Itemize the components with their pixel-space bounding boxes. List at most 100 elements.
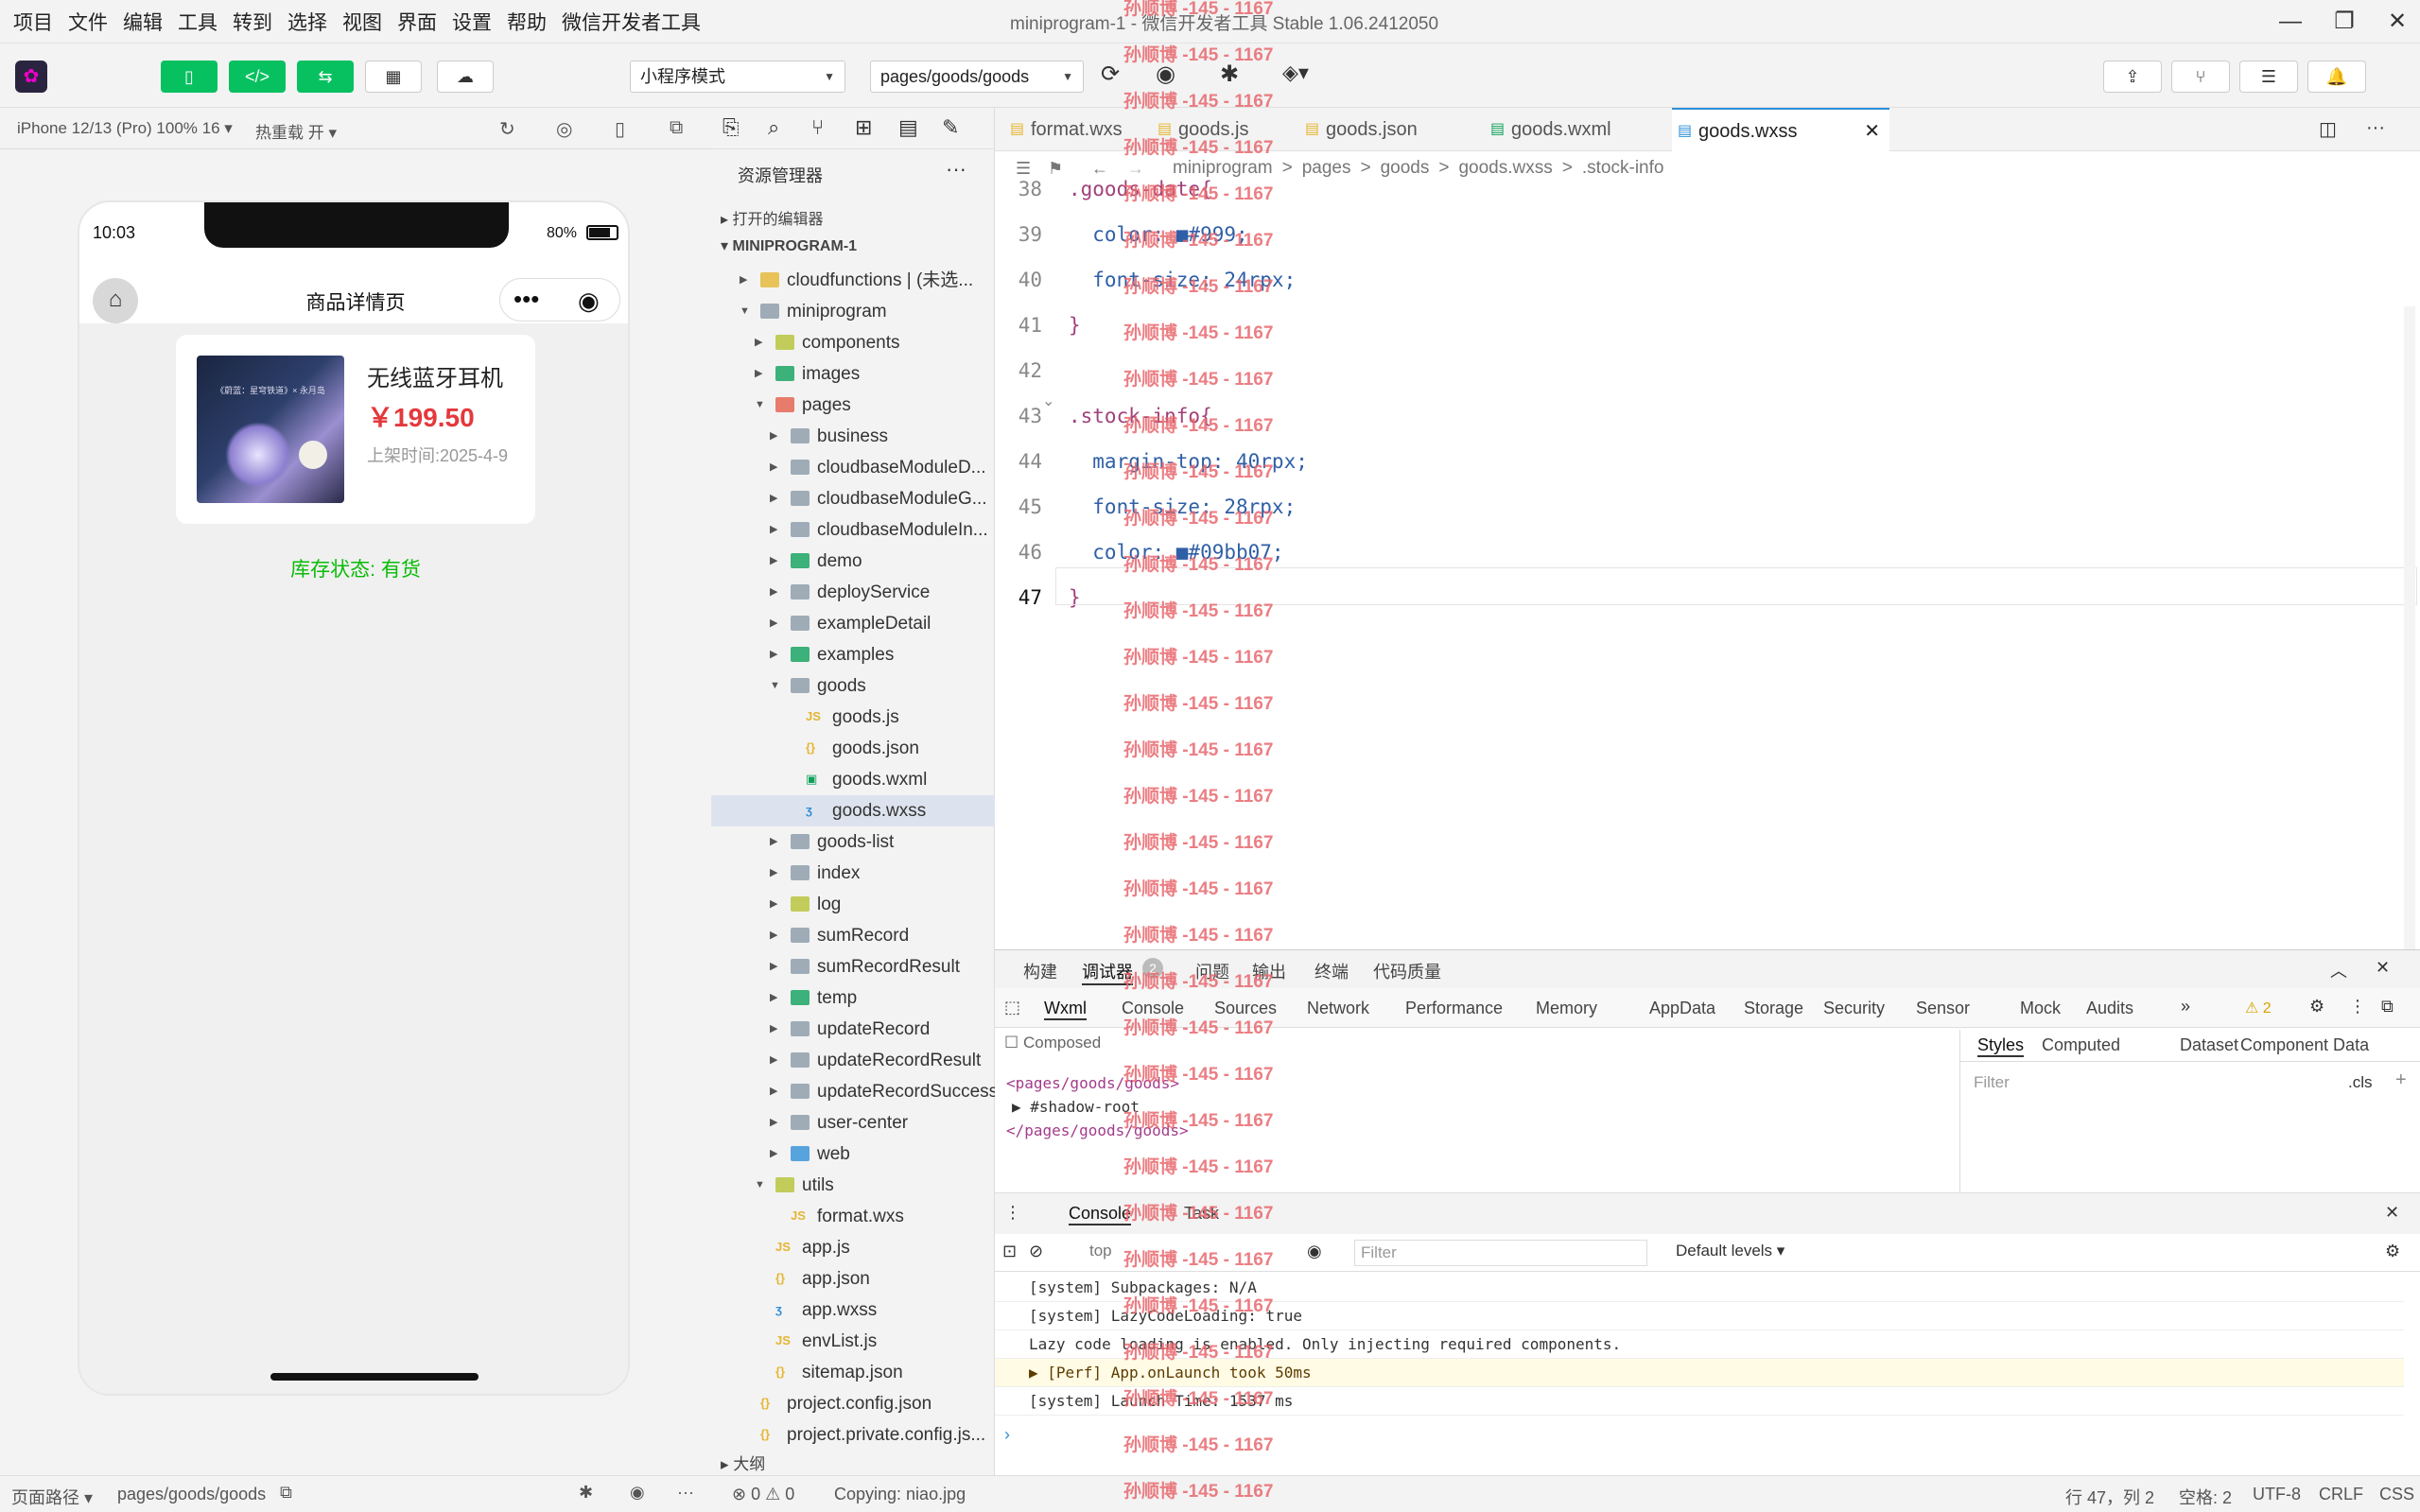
console-close-icon[interactable]: ✕	[2385, 1203, 2399, 1223]
devtools-panel-tab[interactable]: AppData	[1649, 999, 1715, 1018]
layers-icon[interactable]: ◈▾	[1282, 61, 1309, 85]
devtools-close-icon[interactable]: ✕	[2376, 958, 2390, 978]
tree-item[interactable]: ▶ sumRecord	[711, 920, 995, 951]
more-actions-icon[interactable]: ···	[2366, 117, 2385, 139]
breadcrumb-item[interactable]: goods.wxss	[1458, 151, 1552, 185]
collapse-icon[interactable]: ︿	[2330, 958, 2347, 982]
breadcrumb-item[interactable]: goods	[1381, 151, 1430, 185]
devtools-top-tab[interactable]: 构建	[1023, 959, 1057, 983]
tree-item[interactable]: ▼ utils	[711, 1170, 995, 1201]
page-path-select[interactable]: pages/goods/goods ▼	[870, 61, 1084, 93]
devtools-panel-tab[interactable]: Performance	[1405, 999, 1503, 1018]
minimize-icon[interactable]: —	[2274, 6, 2307, 38]
breadcrumb-item[interactable]: pages	[1302, 151, 1351, 185]
tree-item[interactable]: ▶ goods-list	[711, 826, 995, 858]
tree-item[interactable]: JS app.js	[711, 1232, 995, 1263]
tree-item[interactable]: ʒ app.wxss	[711, 1295, 995, 1326]
tree-item[interactable]: ʒ goods.wxss	[711, 795, 995, 826]
menu-item[interactable]: 视图	[342, 8, 392, 36]
devtools-panel-tab[interactable]: Wxml	[1044, 999, 1087, 1020]
restore-icon[interactable]: ❐	[2328, 6, 2360, 38]
tree-item[interactable]: ▶ demo	[711, 546, 995, 577]
devtools-settings-icon[interactable]: ⚙	[2309, 997, 2324, 1017]
code-line[interactable]: }	[1069, 314, 1081, 337]
tree-item[interactable]: ▶ user-center	[711, 1107, 995, 1138]
warning-count[interactable]: ⚠ 2	[2245, 999, 2272, 1017]
device-select[interactable]: iPhone 12/13 (Pro) 100% 16 ▾	[17, 119, 233, 138]
tree-item[interactable]: ▼ pages	[711, 390, 995, 421]
tab-close-icon[interactable]: ✕	[1864, 110, 1880, 153]
menu-item[interactable]: 工具	[178, 8, 227, 36]
devtools-panel-tab[interactable]: Sensor	[1916, 999, 1970, 1018]
language-mode[interactable]: CSS	[2379, 1485, 2414, 1504]
tree-item[interactable]: ▶ log	[711, 889, 995, 920]
editor-toggle-icon[interactable]: </>	[229, 61, 286, 93]
tree-item[interactable]: ▶ temp	[711, 982, 995, 1014]
devtools-panel-tab[interactable]: Audits	[2086, 999, 2133, 1018]
rotate-icon[interactable]: ↻	[499, 117, 515, 141]
drawer-menu-icon[interactable]: ⋮	[1004, 1203, 1021, 1223]
menu-item[interactable]: 帮助	[507, 8, 556, 36]
copy-path-icon[interactable]: ⧉	[280, 1483, 292, 1503]
indent-spaces[interactable]: 空格: 2	[2179, 1485, 2232, 1509]
more-dots-icon[interactable]: •••	[514, 285, 539, 314]
project-root[interactable]: ▾ MINIPROGRAM-1	[721, 236, 857, 255]
more-tabs-icon[interactable]: »	[2181, 997, 2190, 1017]
more-icon[interactable]: ···	[946, 157, 966, 182]
tree-item[interactable]: ▶ exampleDetail	[711, 608, 995, 639]
tree-item[interactable]: ▶ cloudbaseModuleG...	[711, 483, 995, 514]
line-ending[interactable]: CRLF	[2319, 1485, 2363, 1504]
cloud-icon[interactable]: ☁	[437, 61, 494, 93]
devtools-panel-tab[interactable]: Storage	[1744, 999, 1803, 1018]
tree-item[interactable]: ▶ examples	[711, 639, 995, 670]
console-filter-input[interactable]: Filter	[1354, 1240, 1647, 1266]
tree-item[interactable]: ▶ business	[711, 421, 995, 452]
tree-item[interactable]: ▶ web	[711, 1138, 995, 1170]
tree-item[interactable]: {} project.config.json	[711, 1388, 995, 1419]
cls-button[interactable]: .cls	[2348, 1073, 2373, 1092]
inspect-element-icon[interactable]: ⬚	[1004, 998, 1020, 1017]
style-filter-input[interactable]: Filter	[1968, 1069, 2327, 1096]
tree-item[interactable]: ▼ miniprogram	[711, 296, 995, 327]
devtools-panel-tab[interactable]: Security	[1823, 999, 1885, 1018]
tree-item[interactable]: ▶ updateRecord	[711, 1014, 995, 1045]
tree-item[interactable]: {} sitemap.json	[711, 1357, 995, 1388]
style-tab[interactable]: Component Data	[2240, 1035, 2369, 1055]
tree-item[interactable]: ▶ cloudbaseModuleIn...	[711, 514, 995, 546]
tree-item[interactable]: {} goods.json	[711, 733, 995, 764]
devtools-panel-tab[interactable]: Memory	[1536, 999, 1597, 1018]
composed-checkbox[interactable]: ☐ Composed	[1004, 1034, 1101, 1052]
split-editor-icon[interactable]: ◫	[2319, 117, 2337, 141]
tree-item[interactable]: JS format.wxs	[711, 1201, 995, 1232]
menu-item[interactable]: 界面	[397, 8, 446, 36]
tree-item[interactable]: ▶ components	[711, 327, 995, 358]
menu-item[interactable]: 设置	[452, 8, 501, 36]
notification-bell-icon[interactable]: 🔔	[2307, 61, 2366, 93]
simulator-toggle-icon[interactable]: ▯	[161, 61, 218, 93]
devtools-top-tab[interactable]: 代码质量	[1373, 959, 1441, 983]
upload-icon[interactable]: ⇪	[2103, 61, 2162, 93]
console-prompt-icon[interactable]: ›	[1004, 1425, 1010, 1445]
devtools-panel-tab[interactable]: Network	[1307, 999, 1369, 1018]
outline-section[interactable]: ▸ 大纲	[721, 1451, 765, 1474]
brush-icon[interactable]: ✎	[942, 115, 959, 140]
live-expression-eye-icon[interactable]: ◉	[1307, 1242, 1322, 1261]
search-icon[interactable]: ⌕	[768, 115, 779, 140]
tree-item[interactable]: ▶ cloudfunctions | (未选...	[711, 265, 995, 296]
editor-tab[interactable]: ▤ goods.wxml	[1485, 108, 1661, 151]
mode-select[interactable]: 小程序模式 ▼	[630, 61, 845, 93]
breadcrumb-item[interactable]: .stock-info	[1582, 151, 1664, 185]
bookmark-icon[interactable]: ⚑	[1048, 151, 1063, 185]
tree-item[interactable]: JS envList.js	[711, 1326, 995, 1357]
page-path-label[interactable]: 页面路径 ▾	[11, 1485, 93, 1509]
stop-icon[interactable]: ◎	[556, 117, 572, 141]
tree-item[interactable]: ▶ index	[711, 858, 995, 889]
phone-icon[interactable]: ▯	[615, 117, 625, 141]
sidebar-toggle-icon[interactable]: ⊡	[1002, 1242, 1017, 1261]
editor-scrollbar[interactable]	[2404, 306, 2415, 949]
layout-icon[interactable]: ▦	[365, 61, 422, 93]
close-icon[interactable]: ✕	[2381, 6, 2413, 38]
outline-icon[interactable]: ▤	[898, 115, 918, 140]
console-settings-icon[interactable]: ⚙	[2385, 1242, 2400, 1261]
tree-item[interactable]: ▶ cloudbaseModuleD...	[711, 452, 995, 483]
